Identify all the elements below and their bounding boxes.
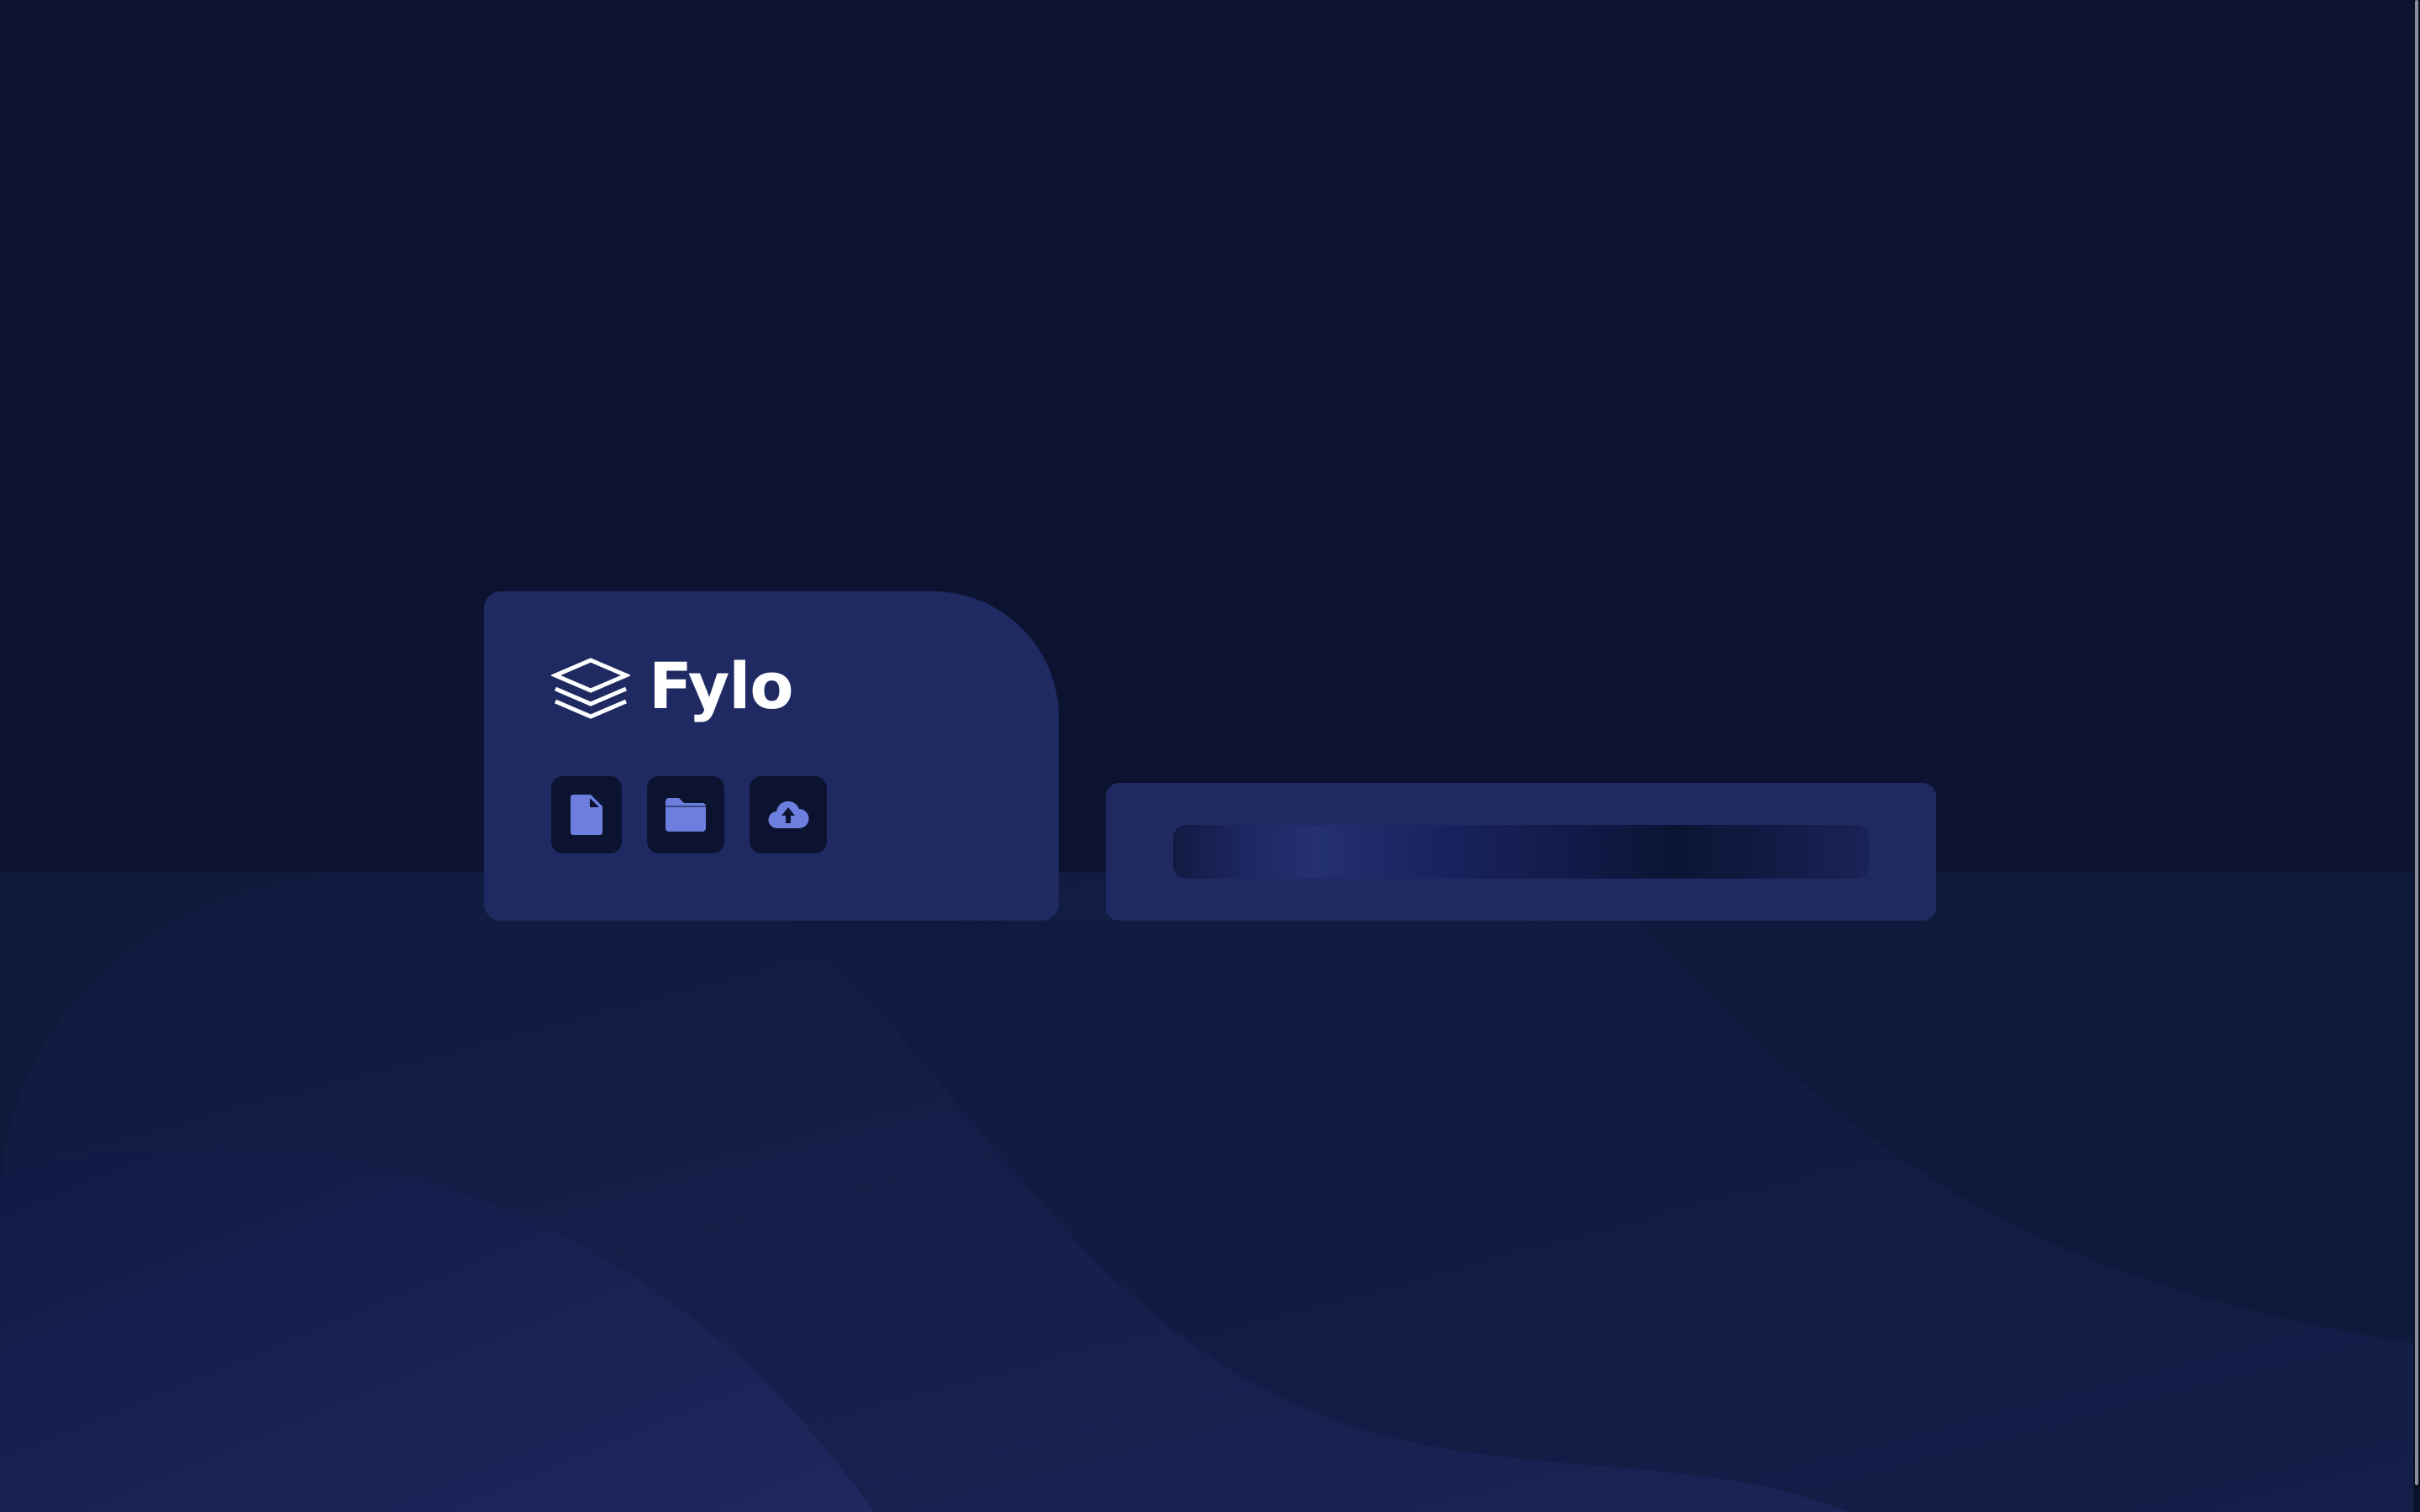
app-stage: Fylo	[0, 0, 2420, 1512]
folder-button[interactable]	[647, 776, 724, 853]
cloud-upload-icon	[768, 801, 809, 829]
upload-button[interactable]	[750, 776, 827, 853]
scrollbar[interactable]	[2413, 0, 2420, 1512]
file-button[interactable]	[551, 776, 622, 853]
stacked-layers-icon	[551, 658, 630, 719]
logo: Fylo	[551, 648, 794, 723]
background-waves	[0, 0, 2420, 1512]
file-icon	[571, 795, 602, 835]
folder-icon	[666, 798, 706, 832]
storage-progress-fill	[1173, 825, 1869, 879]
scrollbar-thumb[interactable]	[2415, 0, 2418, 1485]
storage-card	[1106, 783, 1936, 921]
brand-card: Fylo	[484, 591, 1059, 921]
storage-progress-bar	[1173, 825, 1869, 879]
brand-name: Fylo	[649, 648, 794, 723]
tool-buttons	[551, 776, 827, 853]
